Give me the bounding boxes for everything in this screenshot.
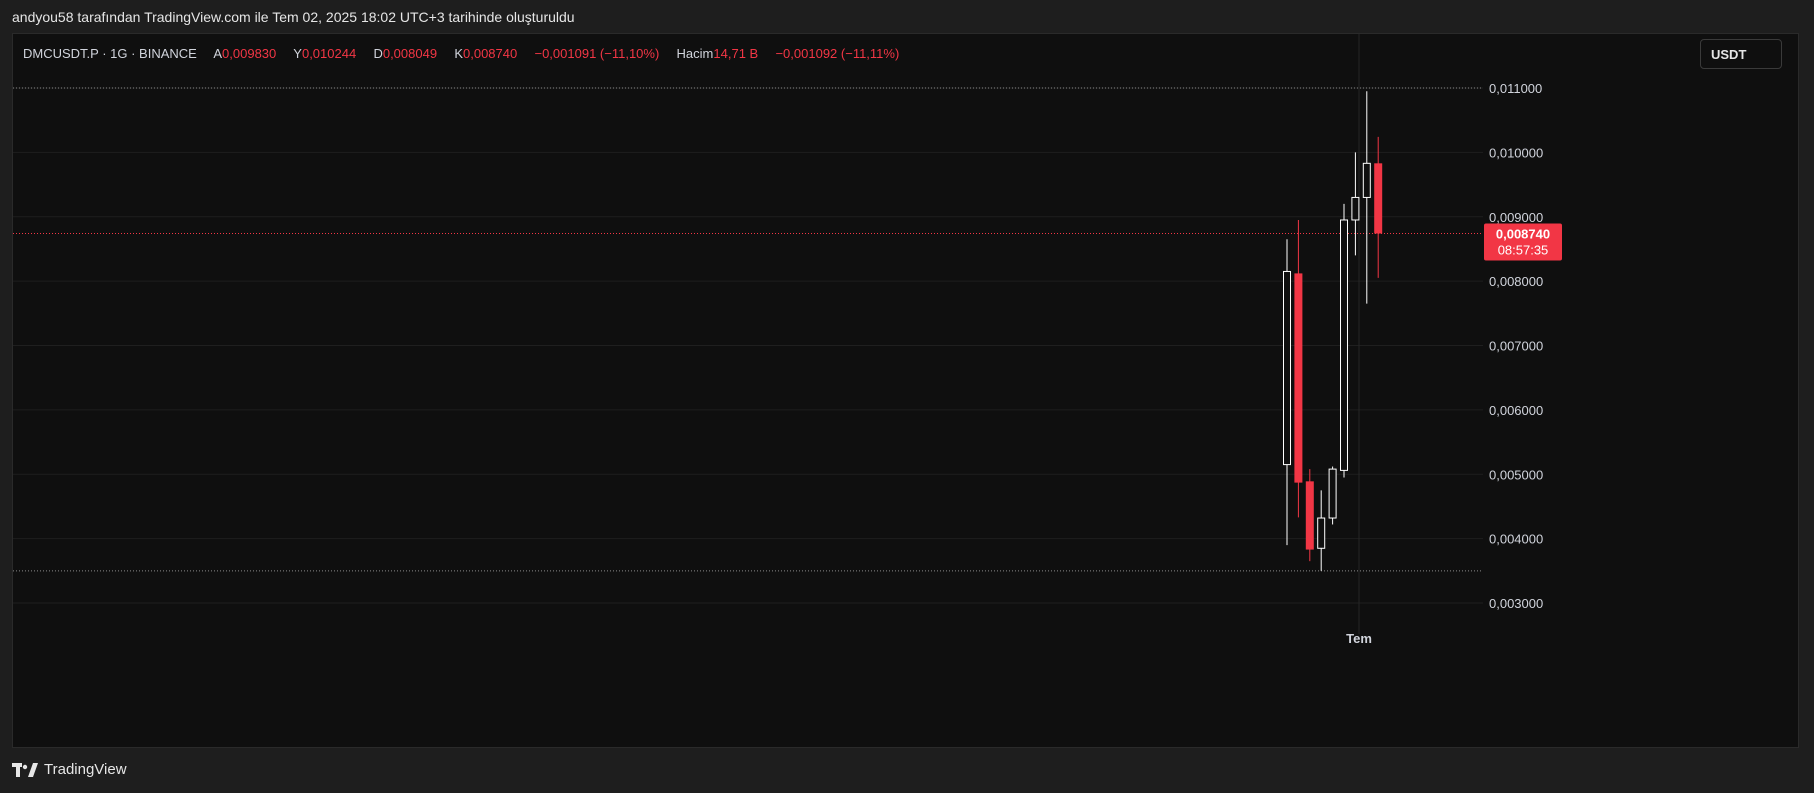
chart-screenshot: andyou58 tarafından TradingView.com ile … bbox=[0, 0, 1814, 793]
close-label: K bbox=[454, 46, 463, 61]
candle-body-up bbox=[1340, 219, 1348, 471]
snapshot-caption: andyou58 tarafından TradingView.com ile … bbox=[12, 9, 575, 25]
candle-body-up bbox=[1283, 270, 1291, 466]
open-value: 0,009830 bbox=[222, 46, 277, 61]
y-tick-label: 0,008000 bbox=[1489, 274, 1543, 289]
candle-body-down bbox=[1305, 481, 1314, 550]
y-tick-label: 0,011000 bbox=[1489, 81, 1542, 96]
candle-body-up bbox=[1328, 468, 1337, 519]
low-label: D bbox=[373, 46, 383, 61]
symbol-label: DMCUSDT.P · 1G · BINANCE bbox=[23, 46, 197, 61]
currency-button[interactable]: USDT bbox=[1700, 39, 1782, 69]
ohlc-legend: DMCUSDT.P · 1G · BINANCE A0,009830 Y0,01… bbox=[23, 46, 899, 61]
candle-body-down bbox=[1294, 273, 1303, 483]
y-tick-label: 0,010000 bbox=[1489, 145, 1543, 160]
candlestick-chart[interactable]: 0,011000 0,010000 0,009000 0,008000 0,007000… bbox=[13, 34, 1799, 748]
close-value: 0,008740 bbox=[463, 46, 518, 61]
candle-body-up bbox=[1362, 162, 1371, 198]
candle-body-up bbox=[1351, 196, 1360, 221]
tradingview-logo[interactable]: TradingView bbox=[12, 761, 127, 778]
y-tick-label: 0,009000 bbox=[1489, 210, 1543, 225]
volume-label: Hacim bbox=[676, 46, 714, 61]
countdown-label: 08:57:35 bbox=[1498, 242, 1549, 257]
change-value: −0,001091 (−11,10%) bbox=[534, 46, 660, 61]
y-tick-label: 0,007000 bbox=[1489, 339, 1543, 354]
high-value: 0,010244 bbox=[301, 46, 357, 61]
brand-name: TradingView bbox=[44, 761, 127, 778]
high-label: Y bbox=[293, 46, 302, 61]
y-tick-label: 0,005000 bbox=[1489, 467, 1543, 482]
candle-body-down bbox=[1374, 163, 1383, 234]
chart-pane[interactable]: 0,011000 0,010000 0,009000 0,008000 0,007000… bbox=[12, 33, 1799, 748]
y-tick-label: 0,006000 bbox=[1489, 403, 1543, 418]
tradingview-icon bbox=[12, 762, 38, 777]
low-value: 0,008049 bbox=[382, 46, 438, 61]
candle-body-up bbox=[1317, 517, 1326, 549]
x-tick-label: Tem bbox=[1346, 631, 1372, 646]
volume-value: 14,71 B bbox=[713, 46, 759, 61]
volume-change-value: −0,001092 (−11,11%) bbox=[775, 46, 900, 61]
last-price-label: 0,008740 bbox=[1496, 226, 1550, 241]
y-tick-label: 0,003000 bbox=[1489, 596, 1543, 611]
y-tick-label: 0,004000 bbox=[1489, 532, 1543, 547]
open-label: A bbox=[213, 46, 223, 61]
